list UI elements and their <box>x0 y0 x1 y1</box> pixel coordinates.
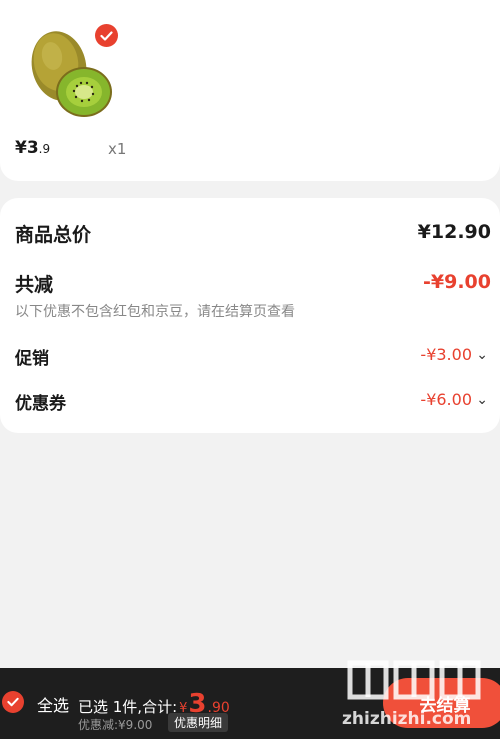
product-quantity: x1 <box>108 140 127 158</box>
discount-detail-button[interactable]: 优惠明细 <box>168 713 229 732</box>
total-price-value: ¥12.90 <box>417 221 491 243</box>
discount-amount-text: 优惠减:¥9.00 <box>78 718 153 732</box>
coupon-chevron-down-icon[interactable]: ⌄ <box>476 392 488 408</box>
product-card: ¥3.9 x1 <box>0 0 500 181</box>
promo-label: 促销 <box>15 349 49 369</box>
product-price-decimal: .9 <box>38 142 51 156</box>
coupon-label: 优惠券 <box>15 394 66 414</box>
select-all-check-icon[interactable] <box>2 691 24 713</box>
promo-value[interactable]: -¥3.00 <box>420 345 472 364</box>
product-price: ¥3.9 <box>15 138 50 158</box>
reduction-value: -¥9.00 <box>423 271 491 293</box>
select-all-label[interactable]: 全选 <box>37 692 69 716</box>
reduction-label: 共减 <box>15 274 54 296</box>
product-price-main: ¥3 <box>15 138 39 158</box>
selected-count-text: 已选 1件,合计: <box>78 698 178 716</box>
total-price-label: 商品总价 <box>15 224 92 246</box>
checkout-button[interactable]: 去结算 <box>383 678 500 728</box>
price-summary-card: 商品总价 ¥12.90 共减 -¥9.00 以下优惠不包含红包和京豆，请在结算页… <box>0 198 500 433</box>
discount-note: 以下优惠不包含红包和京豆，请在结算页查看 <box>15 304 295 320</box>
promo-chevron-down-icon[interactable]: ⌄ <box>476 347 488 363</box>
coupon-value[interactable]: -¥6.00 <box>420 390 472 409</box>
item-selected-check-icon[interactable] <box>95 24 118 47</box>
